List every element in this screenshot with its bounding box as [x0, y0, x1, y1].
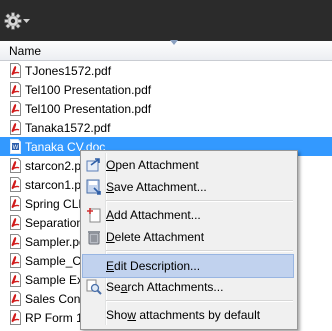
pdf-file-icon [8, 120, 23, 135]
pdf-file-icon [8, 177, 23, 192]
pdf-file-icon [8, 63, 23, 78]
menu-item-label: Delete Attachment [106, 230, 205, 244]
file-row[interactable]: Tanaka1572.pdf [0, 118, 332, 137]
pdf-file-icon [8, 196, 23, 211]
menu-item-label: Search Attachments... [106, 280, 224, 294]
file-row[interactable]: Tel100 Presentation.pdf [0, 99, 332, 118]
column-header-name[interactable]: Name [0, 40, 332, 61]
add-attachment-icon [86, 207, 102, 223]
menu-item-label: Add Attachment... [106, 208, 201, 222]
gear-icon [4, 12, 22, 30]
menu-item-label: Edit Description... [106, 259, 201, 273]
menu-separator [106, 250, 293, 252]
file-name: Separation [25, 216, 84, 230]
delete-attachment-item[interactable]: Delete Attachment [83, 226, 293, 248]
context-menu: Open Attachment Save Attachment... Add Att… [80, 150, 298, 330]
options-button[interactable] [4, 10, 34, 32]
pdf-file-icon [8, 82, 23, 97]
pdf-file-icon [8, 291, 23, 306]
word-doc-icon: W [8, 139, 23, 154]
edit-description-item[interactable]: Edit Description... [82, 254, 294, 278]
menu-separator [106, 300, 293, 302]
add-attachment-item[interactable]: Add Attachment... [83, 204, 293, 226]
file-name: starcon1.p [25, 178, 82, 192]
column-header-label: Name [9, 44, 42, 58]
chevron-down-icon [23, 18, 30, 23]
pdf-file-icon [8, 101, 23, 116]
save-attachment-icon [86, 179, 102, 195]
sort-indicator-icon [170, 40, 178, 45]
open-attachment-icon [86, 157, 102, 173]
svg-text:W: W [13, 145, 19, 151]
search-attachments-icon [86, 279, 102, 295]
delete-attachment-icon [86, 229, 102, 245]
pdf-file-icon [8, 272, 23, 287]
file-name: Sales Cont [25, 292, 84, 306]
toolbar [0, 0, 332, 41]
file-name: RP Form 1 [25, 311, 83, 325]
file-name: Sampler.pd [25, 235, 86, 249]
open-attachment-item[interactable]: Open Attachment [83, 154, 293, 176]
pdf-file-icon [8, 158, 23, 173]
file-row[interactable]: Tel100 Presentation.pdf [0, 80, 332, 99]
pdf-file-icon [8, 215, 23, 230]
menu-item-label: Open Attachment [106, 158, 199, 172]
menu-item-label: Save Attachment... [106, 180, 207, 194]
file-name: starcon2.p [25, 159, 82, 173]
search-attachments-item[interactable]: Search Attachments... [83, 276, 293, 298]
show-attachments-by-default-item[interactable]: Show attachments by default [83, 304, 293, 326]
file-name: Tel100 Presentation.pdf [25, 83, 152, 97]
file-name: Spring CLE [25, 197, 87, 211]
file-name: TJones1572.pdf [25, 64, 112, 78]
menu-item-label: Show attachments by default [106, 308, 261, 322]
pdf-file-icon [8, 234, 23, 249]
file-name: Sample_Co [25, 254, 88, 268]
file-name: Tanaka1572.pdf [25, 121, 111, 135]
pdf-file-icon [8, 253, 23, 268]
save-attachment-item[interactable]: Save Attachment... [83, 176, 293, 198]
menu-separator [106, 200, 293, 202]
file-row[interactable]: TJones1572.pdf [0, 61, 332, 80]
file-name: Tel100 Presentation.pdf [25, 102, 152, 116]
pdf-file-icon [8, 310, 23, 325]
